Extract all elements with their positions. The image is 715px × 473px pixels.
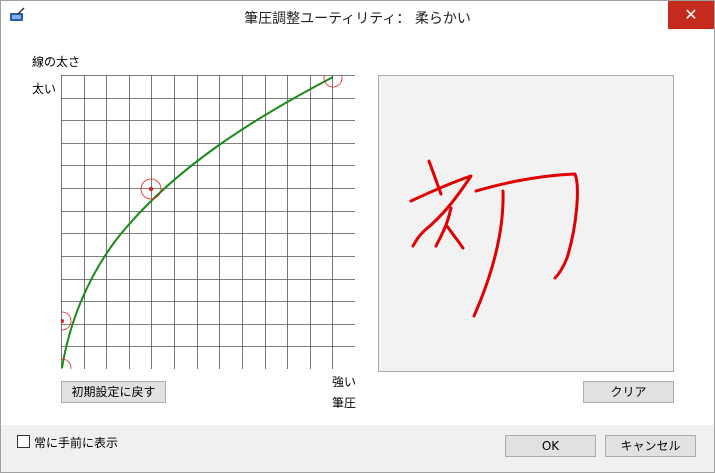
window-title: 筆圧調整ユーティリティ： 柔らかい bbox=[244, 11, 471, 27]
pressure-curve-graph[interactable] bbox=[61, 75, 355, 369]
always-on-top-label[interactable]: 常に手前に表示 bbox=[34, 434, 118, 451]
x-axis-title: 筆圧 bbox=[332, 396, 357, 410]
control-point-low[interactable] bbox=[61, 311, 72, 331]
close-icon: ✕ bbox=[684, 5, 698, 24]
drawing-preview-area[interactable] bbox=[378, 75, 674, 372]
reset-defaults-button[interactable]: 初期設定に戻す bbox=[61, 381, 166, 403]
y-axis-top-label: 太い bbox=[32, 82, 57, 96]
cancel-button[interactable]: キャンセル bbox=[605, 435, 696, 457]
pressure-utility-window: 筆圧調整ユーティリティ： 柔らかい ✕ 線の太さ 太い 強い 筆圧 初期設定に戻… bbox=[0, 0, 715, 473]
x-axis-right-label: 強い bbox=[332, 375, 357, 389]
always-on-top-checkbox[interactable] bbox=[17, 435, 30, 448]
y-axis-title: 線の太さ bbox=[32, 55, 81, 69]
title-bar[interactable]: 筆圧調整ユーティリティ： 柔らかい ✕ bbox=[1, 1, 714, 34]
clear-button[interactable]: クリア bbox=[583, 381, 674, 403]
control-point-mid[interactable] bbox=[140, 178, 162, 200]
drawn-character-strokes bbox=[409, 159, 579, 318]
ok-button[interactable]: OK bbox=[505, 435, 596, 457]
close-button[interactable]: ✕ bbox=[668, 1, 714, 29]
grid-lines bbox=[61, 75, 355, 369]
